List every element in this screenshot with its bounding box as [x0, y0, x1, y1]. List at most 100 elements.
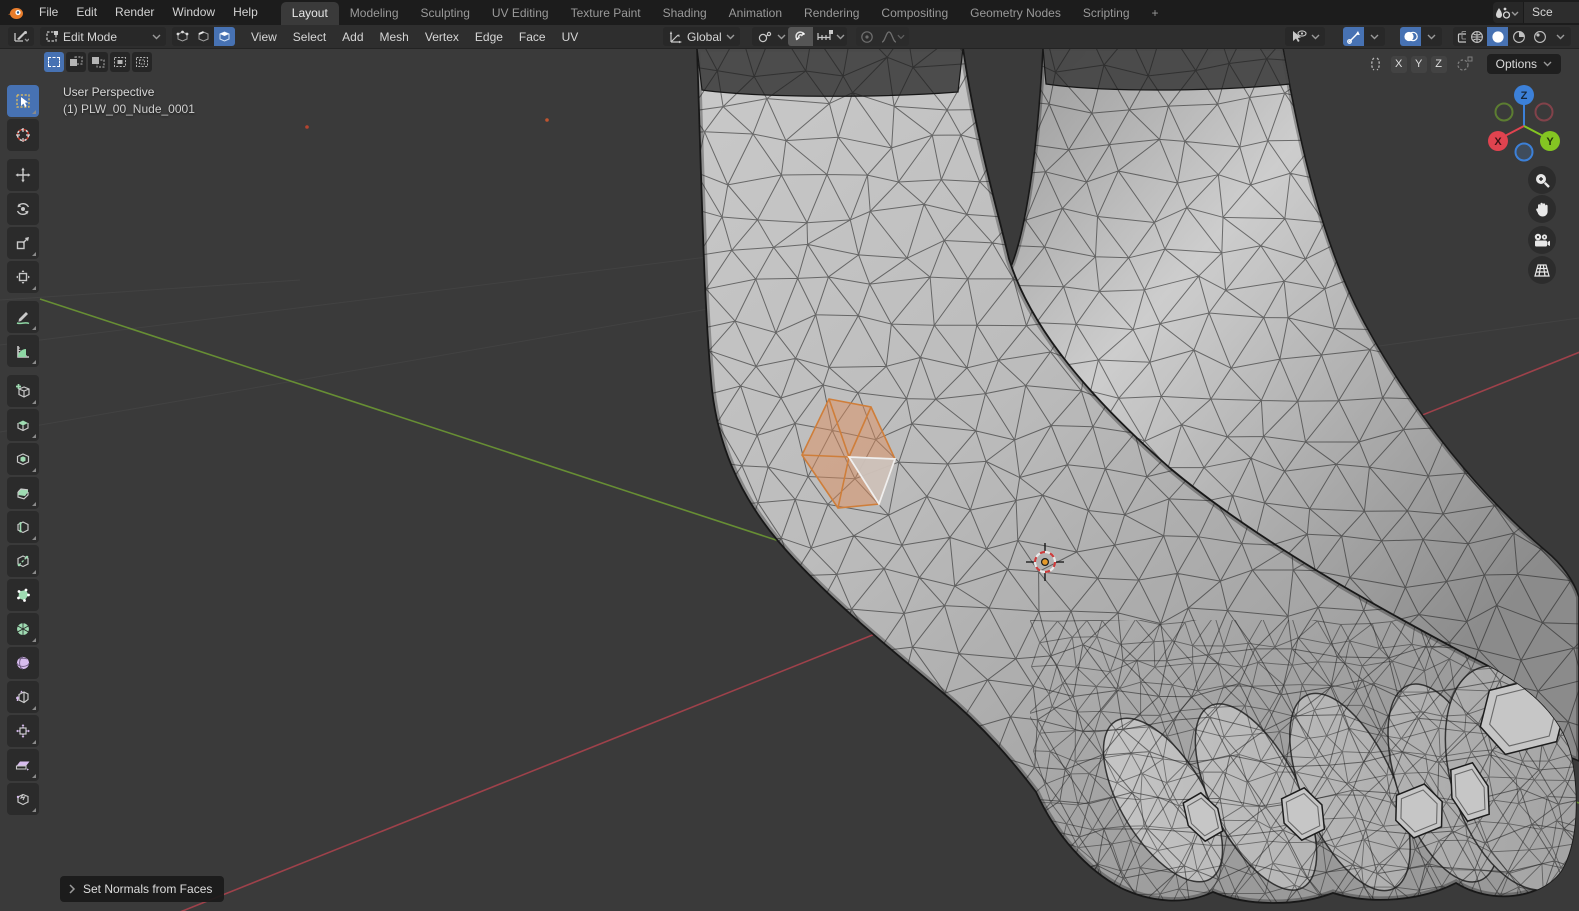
scene-name: Sce — [1523, 2, 1579, 23]
scene-icon — [1493, 6, 1519, 20]
gizmo-y-axis[interactable]: Y — [1540, 131, 1560, 151]
menu-window[interactable]: Window — [163, 0, 224, 25]
scale-tool[interactable] — [7, 227, 39, 259]
add-cube-tool[interactable] — [7, 375, 39, 407]
gizmo-neg-y-axis[interactable] — [1496, 104, 1513, 121]
axis-z-button[interactable]: Z — [1431, 56, 1447, 73]
shading-dropdown[interactable] — [1550, 27, 1571, 46]
gizmo-z-axis[interactable]: Z — [1514, 85, 1534, 105]
operator-label: Set Normals from Faces — [83, 882, 212, 896]
viewport-3d[interactable] — [0, 0, 1579, 911]
toggle-orthographic-button[interactable] — [1528, 256, 1556, 284]
select-box-tool[interactable] — [7, 85, 39, 117]
tab-scripting[interactable]: Scripting — [1072, 2, 1141, 25]
shading-solid-button[interactable] — [1487, 27, 1508, 46]
chevron-right-icon — [68, 884, 76, 894]
snap-toggle[interactable] — [788, 27, 813, 46]
camera-view-button[interactable] — [1528, 226, 1556, 254]
chevron-down-icon — [726, 34, 735, 40]
proportional-falloff-dropdown[interactable] — [877, 27, 909, 46]
edge-slide-tool[interactable] — [7, 681, 39, 713]
axis-y-button[interactable]: Y — [1411, 56, 1427, 73]
menu-render[interactable]: Render — [106, 0, 163, 25]
gizmo-neg-x-axis[interactable] — [1536, 104, 1553, 121]
gizmos-dropdown[interactable] — [1364, 27, 1385, 46]
poly-build-tool[interactable] — [7, 579, 39, 611]
menu-edge[interactable]: Edge — [467, 25, 511, 49]
loop-cut-tool[interactable] — [7, 511, 39, 543]
menu-mesh[interactable]: Mesh — [372, 25, 417, 49]
tab-compositing[interactable]: Compositing — [870, 2, 959, 25]
navigation-gizmo[interactable]: Z X Y — [1478, 82, 1570, 174]
spin-tool[interactable] — [7, 613, 39, 645]
transform-orientation-dropdown[interactable]: Global — [663, 27, 740, 46]
face-select-button[interactable] — [214, 27, 235, 46]
annotate-tool[interactable] — [7, 301, 39, 333]
tab-shading[interactable]: Shading — [652, 2, 718, 25]
inset-faces-tool[interactable] — [7, 443, 39, 475]
menu-face[interactable]: Face — [511, 25, 554, 49]
tab-layout[interactable]: Layout — [281, 2, 339, 25]
move-tool[interactable] — [7, 159, 39, 191]
options-dropdown[interactable]: Options — [1487, 54, 1561, 74]
select-mode-set-button[interactable] — [44, 52, 64, 72]
menu-vertex[interactable]: Vertex — [417, 25, 467, 49]
scene-selector[interactable]: Sce — [1493, 2, 1579, 23]
overlays-toggle[interactable] — [1400, 27, 1421, 46]
select-mode-intersect-button[interactable] — [132, 52, 152, 72]
shear-tool[interactable] — [7, 749, 39, 781]
tab-rendering[interactable]: Rendering — [793, 2, 870, 25]
gizmo-x-axis[interactable]: X — [1488, 131, 1508, 151]
tab-texture-paint[interactable]: Texture Paint — [560, 2, 652, 25]
menu-help[interactable]: Help — [224, 0, 267, 25]
transform-tool[interactable] — [7, 261, 39, 293]
tab-modeling[interactable]: Modeling — [339, 2, 410, 25]
vertex-select-button[interactable] — [172, 27, 193, 46]
edge-select-button[interactable] — [193, 27, 214, 46]
tab-animation[interactable]: Animation — [718, 2, 793, 25]
extrude-region-tool[interactable] — [7, 409, 39, 441]
menu-file[interactable]: File — [30, 0, 67, 25]
snap-increment-icon — [816, 30, 836, 43]
tab-geometry-nodes[interactable]: Geometry Nodes — [959, 2, 1072, 25]
shading-material-button[interactable] — [1508, 27, 1529, 46]
tab-uv-editing[interactable]: UV Editing — [481, 2, 560, 25]
smooth-tool[interactable] — [7, 647, 39, 679]
knife-tool[interactable] — [7, 545, 39, 577]
select-mode-switch — [172, 27, 235, 46]
select-mode-invert-button[interactable] — [110, 52, 130, 72]
proportional-editing-toggle[interactable] — [856, 27, 877, 46]
pivot-point-dropdown[interactable] — [752, 27, 791, 46]
overlays-dropdown[interactable] — [1421, 27, 1442, 46]
menu-view[interactable]: View — [243, 25, 285, 49]
tab-sculpting[interactable]: Sculpting — [410, 2, 481, 25]
operator-panel[interactable]: Set Normals from Faces — [60, 876, 224, 902]
menu-uv[interactable]: UV — [554, 25, 587, 49]
rotate-tool[interactable] — [7, 193, 39, 225]
axis-x-button[interactable]: X — [1391, 56, 1407, 73]
rip-region-tool[interactable] — [7, 783, 39, 815]
menu-edit[interactable]: Edit — [67, 0, 106, 25]
add-workspace-button[interactable]: + — [1141, 2, 1170, 25]
menu-add[interactable]: Add — [334, 25, 371, 49]
gizmos-toggle[interactable] — [1343, 27, 1364, 46]
menu-select[interactable]: Select — [285, 25, 334, 49]
select-mode-subtract-button[interactable] — [88, 52, 108, 72]
editor-type-button[interactable] — [8, 27, 34, 46]
zoom-button[interactable] — [1528, 166, 1556, 194]
pan-button[interactable] — [1528, 195, 1556, 223]
gizmo-neg-z-axis[interactable] — [1516, 144, 1533, 161]
shrink-fatten-tool[interactable] — [7, 715, 39, 747]
transform-icon — [15, 269, 31, 285]
show-object-types-dropdown[interactable] — [1285, 27, 1325, 46]
workspace-tabs: Layout Modeling Sculpting UV Editing Tex… — [281, 0, 1170, 25]
overlays-icon — [1403, 30, 1418, 43]
snap-to-dropdown[interactable] — [813, 27, 847, 46]
shading-rendered-button[interactable] — [1529, 27, 1550, 46]
shading-wireframe-button[interactable] — [1466, 27, 1487, 46]
select-mode-extend-button[interactable] — [66, 52, 86, 72]
mode-dropdown[interactable]: Edit Mode — [40, 27, 166, 46]
cursor-tool[interactable] — [7, 119, 39, 151]
measure-tool[interactable] — [7, 335, 39, 367]
bevel-tool[interactable] — [7, 477, 39, 509]
